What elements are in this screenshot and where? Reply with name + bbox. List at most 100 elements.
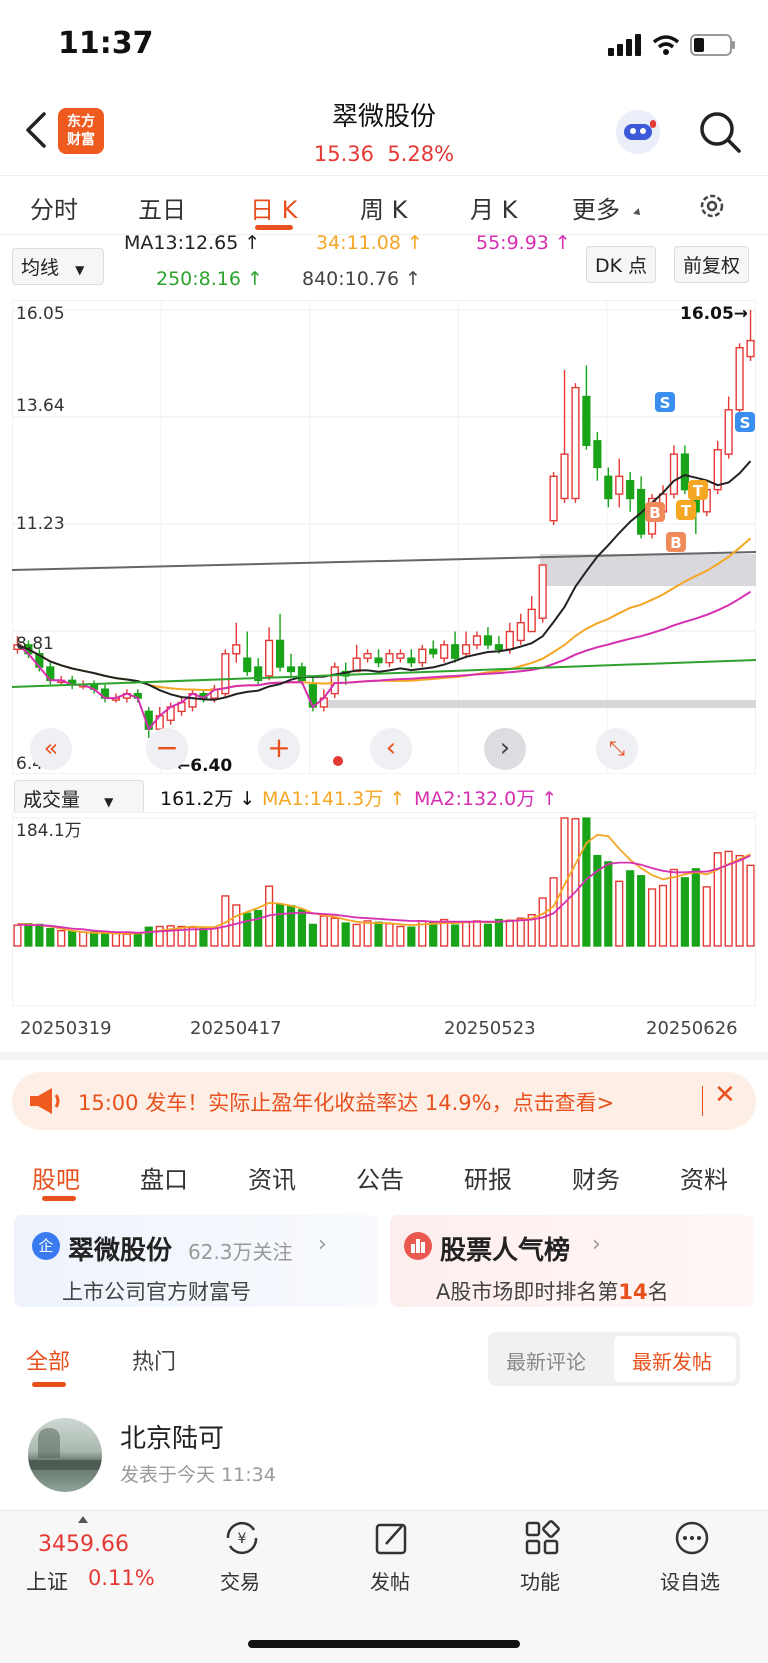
sort-latest-post[interactable]: 最新发帖 bbox=[632, 1346, 712, 1375]
chevron-down-icon: ▼ bbox=[75, 263, 85, 277]
sort-latest-comment[interactable]: 最新评论 bbox=[506, 1346, 586, 1375]
candle-body bbox=[461, 644, 471, 655]
tab-pankou[interactable]: 盘口 bbox=[140, 1160, 188, 1195]
wifi-icon bbox=[652, 35, 680, 55]
volume-bar bbox=[35, 923, 44, 947]
company-card-title: 翠微股份 bbox=[68, 1236, 173, 1266]
volume-bar bbox=[647, 888, 657, 947]
candle-body bbox=[418, 648, 427, 664]
high-price-marker: 16.05→ bbox=[680, 304, 749, 324]
support-zone bbox=[540, 554, 756, 586]
dk-point-button[interactable]: DK 点 bbox=[586, 246, 657, 283]
tab-announcements[interactable]: 公告 bbox=[356, 1160, 404, 1195]
tab-month-k[interactable]: 月 K bbox=[470, 190, 517, 225]
volume-chart[interactable] bbox=[12, 812, 756, 1006]
volume-bar bbox=[691, 868, 700, 947]
volume-bar bbox=[232, 904, 241, 947]
robot-avatar-icon[interactable] bbox=[616, 110, 660, 154]
feed-tab-all[interactable]: 全部 bbox=[26, 1344, 70, 1376]
rewind-button[interactable]: « bbox=[30, 728, 72, 770]
candle-body bbox=[571, 386, 580, 500]
zoom-in-button[interactable]: + bbox=[258, 728, 300, 770]
candle-body bbox=[549, 475, 558, 522]
volume-bar bbox=[429, 920, 438, 947]
zoom-out-button[interactable]: − bbox=[146, 728, 188, 770]
candle-body bbox=[286, 666, 296, 673]
tab-finance[interactable]: 财务 bbox=[572, 1160, 620, 1195]
volume-bar bbox=[341, 922, 350, 947]
close-icon[interactable]: ✕ bbox=[714, 1080, 736, 1110]
tab-more[interactable]: 更多 bbox=[572, 190, 620, 225]
tab-wuri[interactable]: 五日 bbox=[138, 190, 186, 225]
chevron-down-icon: ▼ bbox=[104, 795, 114, 809]
volume-bar bbox=[702, 886, 711, 947]
bottom-trade-label[interactable]: 交易 bbox=[220, 1566, 260, 1595]
candle-body bbox=[680, 453, 689, 491]
tab-profile[interactable]: 资料 bbox=[680, 1160, 728, 1195]
promo-banner-text[interactable]: 15:00 发车！实际止盈年化收益率达 14.9%，点击查看> bbox=[78, 1087, 614, 1117]
volume-bar bbox=[735, 854, 744, 947]
candle-body bbox=[604, 475, 613, 500]
volume-bar bbox=[713, 852, 722, 947]
index-change: 0.11% bbox=[88, 1566, 155, 1590]
candle-body bbox=[505, 630, 514, 650]
post-author[interactable]: 北京陆可 bbox=[120, 1418, 224, 1455]
tab-day-k[interactable]: 日 K bbox=[250, 190, 297, 225]
ma-selector[interactable]: 均线 ▼ bbox=[12, 248, 104, 285]
volume-bar bbox=[46, 927, 55, 947]
volume-bar bbox=[746, 864, 755, 947]
rank-suffix: 名 bbox=[647, 1280, 669, 1304]
settings-gear-icon[interactable] bbox=[696, 190, 728, 222]
price-axis-4: 8.81 bbox=[16, 634, 54, 654]
volume-bar bbox=[275, 903, 285, 947]
volume-bar bbox=[451, 924, 460, 947]
candle-body bbox=[735, 346, 744, 411]
tab-week-k[interactable]: 周 K bbox=[360, 190, 407, 225]
grid-apps-icon[interactable] bbox=[524, 1520, 560, 1556]
index-value[interactable]: 3459.66 bbox=[38, 1532, 129, 1557]
feed-tab-hot[interactable]: 热门 bbox=[132, 1344, 176, 1376]
volume-bar bbox=[100, 932, 110, 947]
volume-bar bbox=[243, 912, 252, 947]
fullscreen-icon[interactable]: ⤡ bbox=[596, 728, 638, 770]
tab-guba[interactable]: 股吧 bbox=[32, 1160, 80, 1195]
volume-axis-max: 184.1万 bbox=[16, 821, 82, 841]
forward-adjust-button[interactable]: 前复权 bbox=[674, 246, 750, 283]
kline-chart[interactable]: SSBBTT bbox=[12, 300, 756, 774]
bottom-function-label[interactable]: 功能 bbox=[520, 1566, 560, 1595]
stock-change-pct: 5.28% bbox=[387, 142, 455, 166]
candle-body bbox=[669, 453, 679, 495]
date-label-2: 20250417 bbox=[190, 1018, 282, 1039]
post-edit-icon[interactable] bbox=[374, 1520, 410, 1556]
tab-research[interactable]: 研报 bbox=[464, 1160, 512, 1195]
tab-fenshi[interactable]: 分时 bbox=[30, 190, 78, 225]
volume-bar bbox=[604, 861, 613, 947]
tp-marker: T bbox=[688, 480, 708, 500]
volume-bar bbox=[680, 877, 689, 947]
bottom-post-label[interactable]: 发帖 bbox=[370, 1566, 410, 1595]
price-axis-3: 11.23 bbox=[16, 514, 65, 534]
sell-marker: S bbox=[735, 412, 755, 432]
candle bbox=[330, 662, 339, 699]
more-dots-icon[interactable] bbox=[674, 1520, 710, 1556]
candle bbox=[735, 343, 744, 415]
popularity-card-title: 股票人气榜 bbox=[440, 1236, 571, 1266]
next-button[interactable]: › bbox=[484, 728, 526, 770]
volume-ma1: MA1:141.3万 ↑ bbox=[262, 788, 406, 810]
candle-body bbox=[483, 635, 493, 646]
tp-marker-label: T bbox=[693, 482, 704, 500]
indicator-dot bbox=[333, 756, 343, 766]
buy-marker-label: B bbox=[670, 534, 681, 552]
avatar[interactable] bbox=[28, 1418, 102, 1492]
volume-bar bbox=[505, 919, 514, 947]
volume-bar bbox=[352, 923, 361, 947]
bottom-watchlist-label[interactable]: 设自选 bbox=[660, 1566, 720, 1595]
volume-bar bbox=[210, 927, 219, 947]
prev-button[interactable]: ‹ bbox=[370, 728, 412, 770]
ma-selector-label: 均线 bbox=[21, 257, 60, 279]
volume-bar bbox=[407, 926, 416, 947]
trade-icon[interactable]: ¥ bbox=[222, 1520, 262, 1556]
tab-news[interactable]: 资讯 bbox=[248, 1160, 296, 1195]
search-icon[interactable] bbox=[698, 110, 742, 154]
battery-icon bbox=[690, 34, 735, 56]
